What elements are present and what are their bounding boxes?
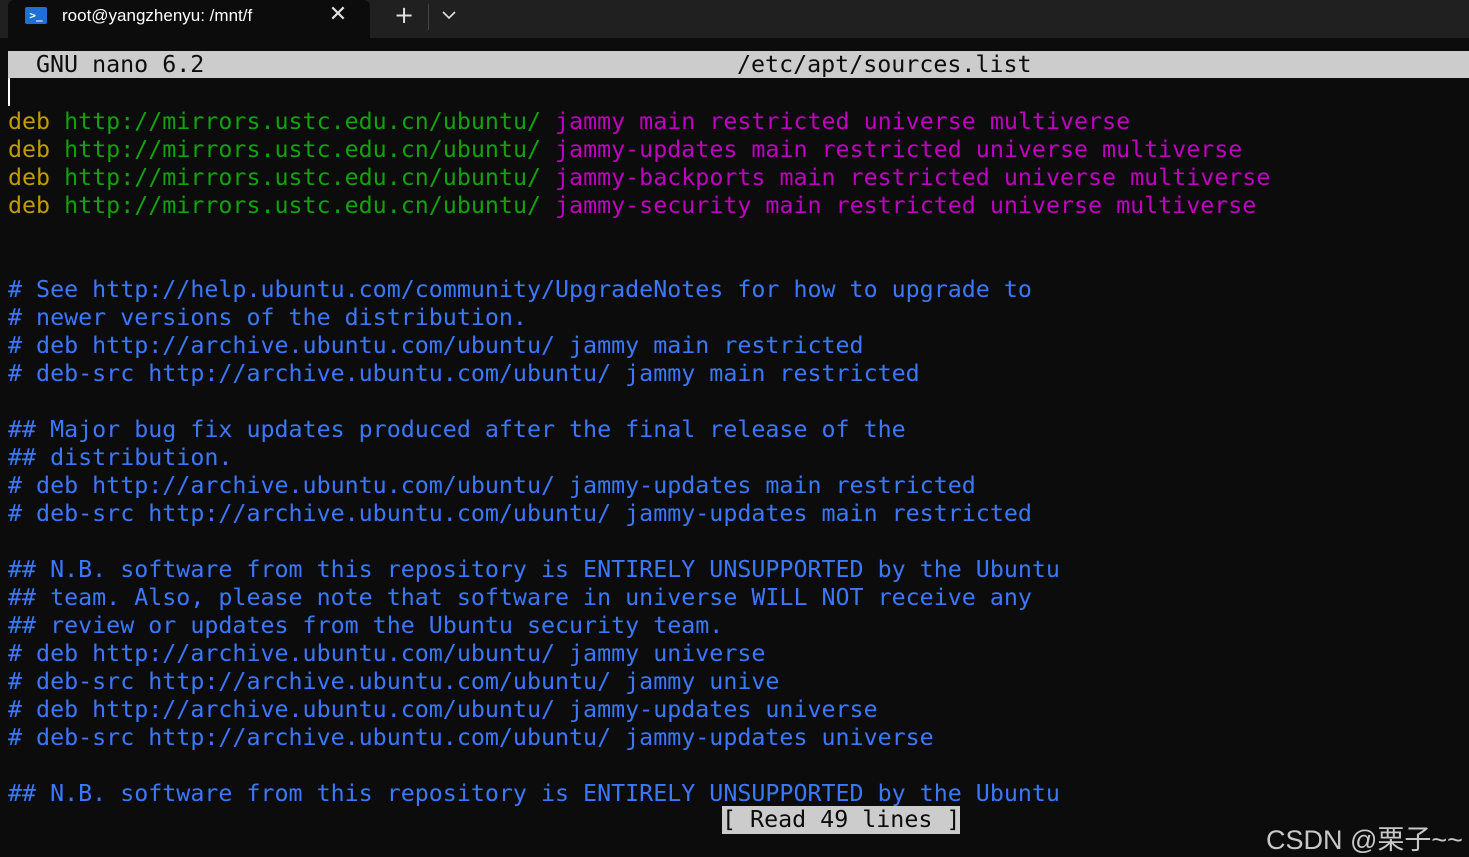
comment-line: # deb-src http://archive.ubuntu.com/ubun…: [8, 500, 1032, 527]
tab-bar: >_ root@yangzhenyu: /mnt/f ✕ +: [0, 0, 1469, 38]
nano-version: GNU nano 6.2: [36, 51, 205, 78]
powershell-icon: >_: [25, 7, 47, 24]
dist-components: jammy-backports main restricted universe…: [555, 164, 1271, 191]
tab-divider: [428, 4, 429, 30]
comment-line: ## Major bug fix updates produced after …: [8, 416, 906, 443]
comment-line: # newer versions of the distribution.: [8, 304, 527, 331]
dist-components: jammy main restricted universe multivers…: [555, 108, 1131, 135]
comment-line: ## N.B. software from this repository is…: [8, 780, 1060, 807]
mirror-url: http://mirrors.ustc.edu.cn/ubuntu/: [64, 136, 541, 163]
comment-line: ## review or updates from the Ubuntu sec…: [8, 612, 724, 639]
source-line: deb http://mirrors.ustc.edu.cn/ubuntu/ j…: [8, 136, 1242, 164]
source-line: deb http://mirrors.ustc.edu.cn/ubuntu/ j…: [8, 164, 1270, 192]
comment-line: # deb-src http://archive.ubuntu.com/ubun…: [8, 360, 920, 387]
chevron-down-icon[interactable]: [436, 2, 462, 28]
comment-line: # deb http://archive.ubuntu.com/ubuntu/ …: [8, 472, 976, 499]
nano-status-message: [ Read 49 lines ]: [722, 806, 961, 834]
deb-keyword: deb: [8, 192, 51, 219]
source-line: deb http://mirrors.ustc.edu.cn/ubuntu/ j…: [8, 192, 1256, 220]
comment-line: ## N.B. software from this repository is…: [8, 556, 1060, 583]
comment-line: # deb http://archive.ubuntu.com/ubuntu/ …: [8, 332, 864, 359]
new-tab-button[interactable]: +: [390, 2, 418, 28]
deb-keyword: deb: [8, 136, 51, 163]
close-tab-button[interactable]: ✕: [326, 2, 350, 28]
mirror-url: http://mirrors.ustc.edu.cn/ubuntu/: [64, 192, 541, 219]
comment-line: # deb-src http://archive.ubuntu.com/ubun…: [8, 668, 780, 695]
tab-title: root@yangzhenyu: /mnt/f: [62, 6, 253, 25]
deb-keyword: deb: [8, 108, 51, 135]
comment-line: ## distribution.: [8, 444, 233, 471]
mirror-url: http://mirrors.ustc.edu.cn/ubuntu/: [64, 108, 541, 135]
text-cursor: [8, 78, 10, 106]
terminal-viewport[interactable]: GNU nano 6.2 /etc/apt/sources.list deb h…: [0, 38, 1469, 855]
comment-line: # deb http://archive.ubuntu.com/ubuntu/ …: [8, 640, 766, 667]
terminal-tab[interactable]: >_ root@yangzhenyu: /mnt/f ✕: [8, 0, 370, 38]
dist-components: jammy-updates main restricted universe m…: [555, 136, 1243, 163]
deb-keyword: deb: [8, 164, 51, 191]
comment-line: # deb-src http://archive.ubuntu.com/ubun…: [8, 724, 934, 751]
comment-line: ## team. Also, please note that software…: [8, 584, 1032, 611]
dist-components: jammy-security main restricted universe …: [555, 192, 1257, 219]
nano-filename: /etc/apt/sources.list: [737, 51, 1032, 78]
source-line: deb http://mirrors.ustc.edu.cn/ubuntu/ j…: [8, 108, 1130, 136]
comment-line: # See http://help.ubuntu.com/community/U…: [8, 276, 1032, 303]
comment-line: # deb http://archive.ubuntu.com/ubuntu/ …: [8, 696, 878, 723]
nano-title-bar: GNU nano 6.2 /etc/apt/sources.list: [8, 51, 1469, 78]
mirror-url: http://mirrors.ustc.edu.cn/ubuntu/: [64, 164, 541, 191]
